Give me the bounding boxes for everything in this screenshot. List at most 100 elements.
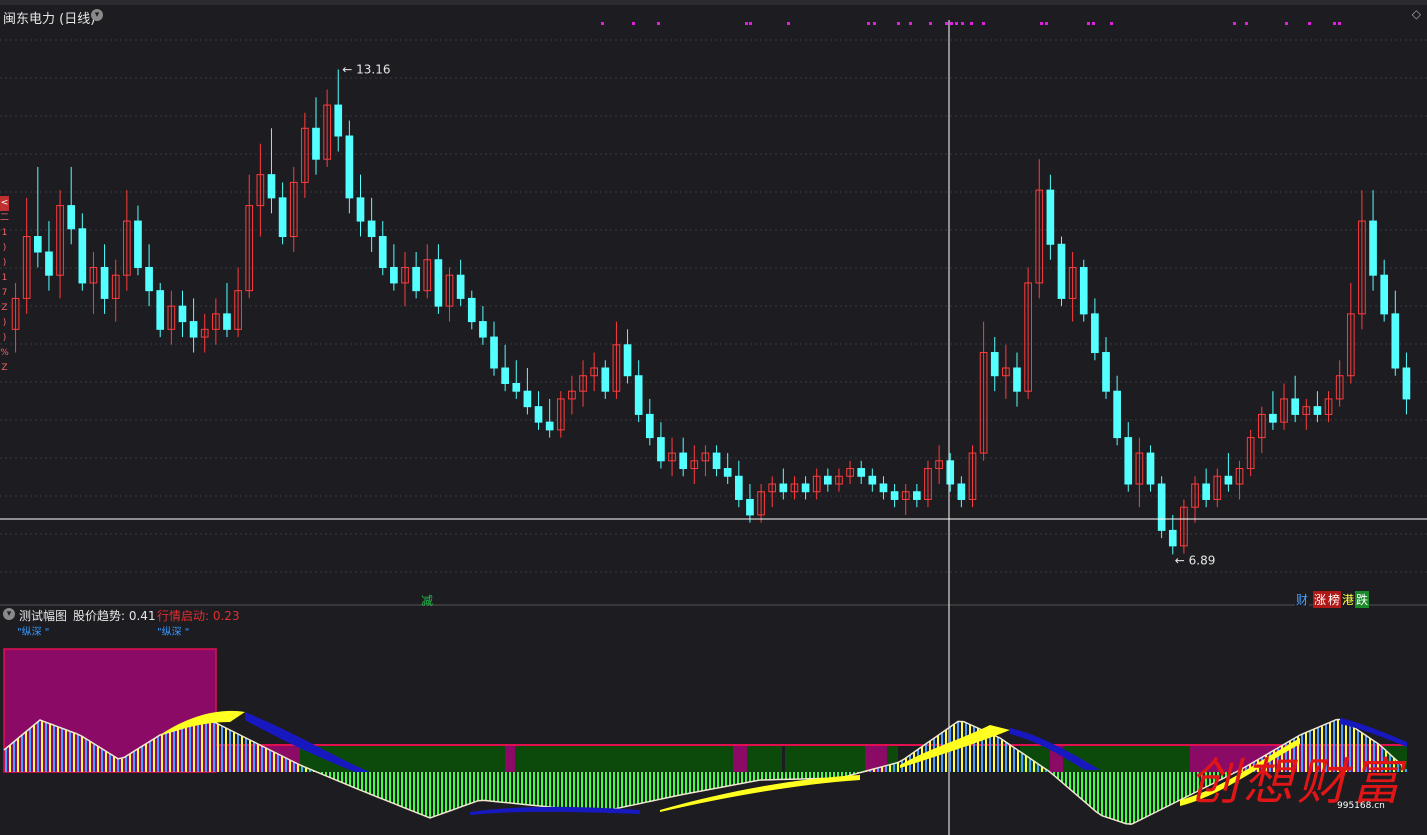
- candle-body: [267, 174, 276, 199]
- side-tab[interactable]: ): [0, 316, 9, 331]
- candle-body: [857, 468, 866, 477]
- candle-body: [1269, 413, 1277, 423]
- signal-marker: [1040, 22, 1043, 25]
- candle-body: [1391, 313, 1400, 369]
- signal-marker: [745, 22, 748, 25]
- indicator-green-block: [515, 745, 733, 772]
- candle-body: [1380, 274, 1389, 315]
- indicator-value-trend: 股价趋势: 0.41: [73, 609, 156, 623]
- indicator-sublabel: "纵深 ": [17, 627, 50, 638]
- signal-marker: [945, 22, 948, 25]
- candle-body: [501, 367, 509, 384]
- candle-body: [913, 491, 921, 500]
- candle-body: [434, 259, 443, 307]
- candle-body: [1168, 529, 1177, 547]
- signal-marker: [961, 22, 964, 25]
- candle-body: [356, 197, 365, 222]
- candle-body: [178, 305, 187, 323]
- indicator-sublabel: "纵深 ": [157, 627, 190, 638]
- candle-body: [67, 205, 76, 230]
- candle-body: [946, 460, 955, 485]
- side-tab[interactable]: %: [0, 346, 9, 361]
- candle-body: [957, 483, 966, 500]
- candle-body: [779, 483, 788, 493]
- signal-marker: [1338, 22, 1341, 25]
- candle-body: [645, 413, 654, 439]
- candle-body: [1369, 220, 1377, 276]
- candle-body: [823, 475, 832, 485]
- high-price-label: ← 13.16: [342, 62, 390, 76]
- side-tab[interactable]: Z: [0, 361, 9, 376]
- signal-marker: [1245, 22, 1248, 25]
- candle-body: [1091, 313, 1099, 354]
- candle-body: [223, 313, 231, 330]
- chevron-down-icon[interactable]: ▾: [3, 608, 15, 620]
- candle-body: [134, 220, 142, 268]
- candle-body: [601, 367, 610, 392]
- indicator-magenta-block: [733, 745, 747, 772]
- signal-markers: [601, 22, 1341, 25]
- signal-marker: [1308, 22, 1311, 25]
- candle-body: [746, 498, 754, 516]
- signal-label-jian: 减: [421, 594, 434, 608]
- chart-canvas: ← 13.16 ← 6.89: [0, 20, 1427, 835]
- side-tab[interactable]: ): [0, 331, 9, 346]
- side-tab[interactable]: ): [0, 241, 9, 256]
- signal-marker: [1087, 22, 1090, 25]
- candle-body: [45, 251, 53, 276]
- candle-body: [534, 406, 543, 423]
- chevron-down-icon[interactable]: ▾: [91, 9, 103, 21]
- signal-marker: [749, 22, 752, 25]
- candle-body: [1124, 437, 1133, 485]
- side-tab[interactable]: ): [0, 256, 9, 271]
- signal-marker: [601, 22, 604, 25]
- signal-marker: [982, 22, 985, 25]
- candle-body: [390, 266, 398, 284]
- signal-marker: [873, 22, 876, 25]
- candle-body: [1157, 483, 1166, 531]
- side-tab[interactable]: <: [0, 196, 9, 211]
- candle-body: [467, 297, 476, 323]
- candle-body: [189, 321, 198, 338]
- candle-body: [679, 452, 688, 470]
- candle-body: [100, 266, 109, 299]
- side-tab[interactable]: 7: [0, 286, 9, 301]
- watermark-logo: 创想财富 995168.cn: [1185, 738, 1413, 822]
- indicator-green-block: [887, 745, 898, 772]
- candle-body: [523, 390, 532, 408]
- candle-body: [890, 491, 899, 500]
- candle-body: [623, 344, 632, 377]
- candle-body: [1079, 266, 1088, 315]
- diamond-icon[interactable]: ◇: [1412, 7, 1421, 21]
- candle-body: [1291, 398, 1300, 415]
- signal-tag: 榜: [1327, 591, 1342, 608]
- side-tab[interactable]: 1: [0, 226, 9, 241]
- side-tab[interactable]: 二: [0, 211, 9, 226]
- candle-body: [723, 468, 732, 477]
- candle-body: [367, 220, 376, 238]
- grid-lines: [0, 39, 1427, 606]
- signal-marker: [657, 22, 660, 25]
- signal-marker: [1092, 22, 1095, 25]
- candle-body: [490, 336, 498, 369]
- candle-body: [479, 321, 487, 338]
- signal-marker: [787, 22, 790, 25]
- signal-marker: [1045, 22, 1048, 25]
- watermark-url: 995168.cn: [1337, 801, 1385, 811]
- signal-tag: 港: [1341, 591, 1356, 608]
- candle-body: [990, 352, 999, 377]
- candle-body: [512, 382, 521, 392]
- indicator-green-block: [747, 745, 782, 772]
- signal-marker: [929, 22, 932, 25]
- side-tab[interactable]: Z: [0, 301, 9, 316]
- candle-body: [801, 483, 810, 493]
- indicator-green-block: [785, 745, 865, 772]
- candle-body: [412, 266, 420, 292]
- candle-body: [1402, 367, 1411, 400]
- candle-body: [33, 236, 42, 253]
- side-tab[interactable]: 1: [0, 271, 9, 286]
- signal-marker: [867, 22, 870, 25]
- signal-marker: [970, 22, 973, 25]
- candle-body: [334, 104, 343, 137]
- candlestick-series: [11, 69, 1411, 555]
